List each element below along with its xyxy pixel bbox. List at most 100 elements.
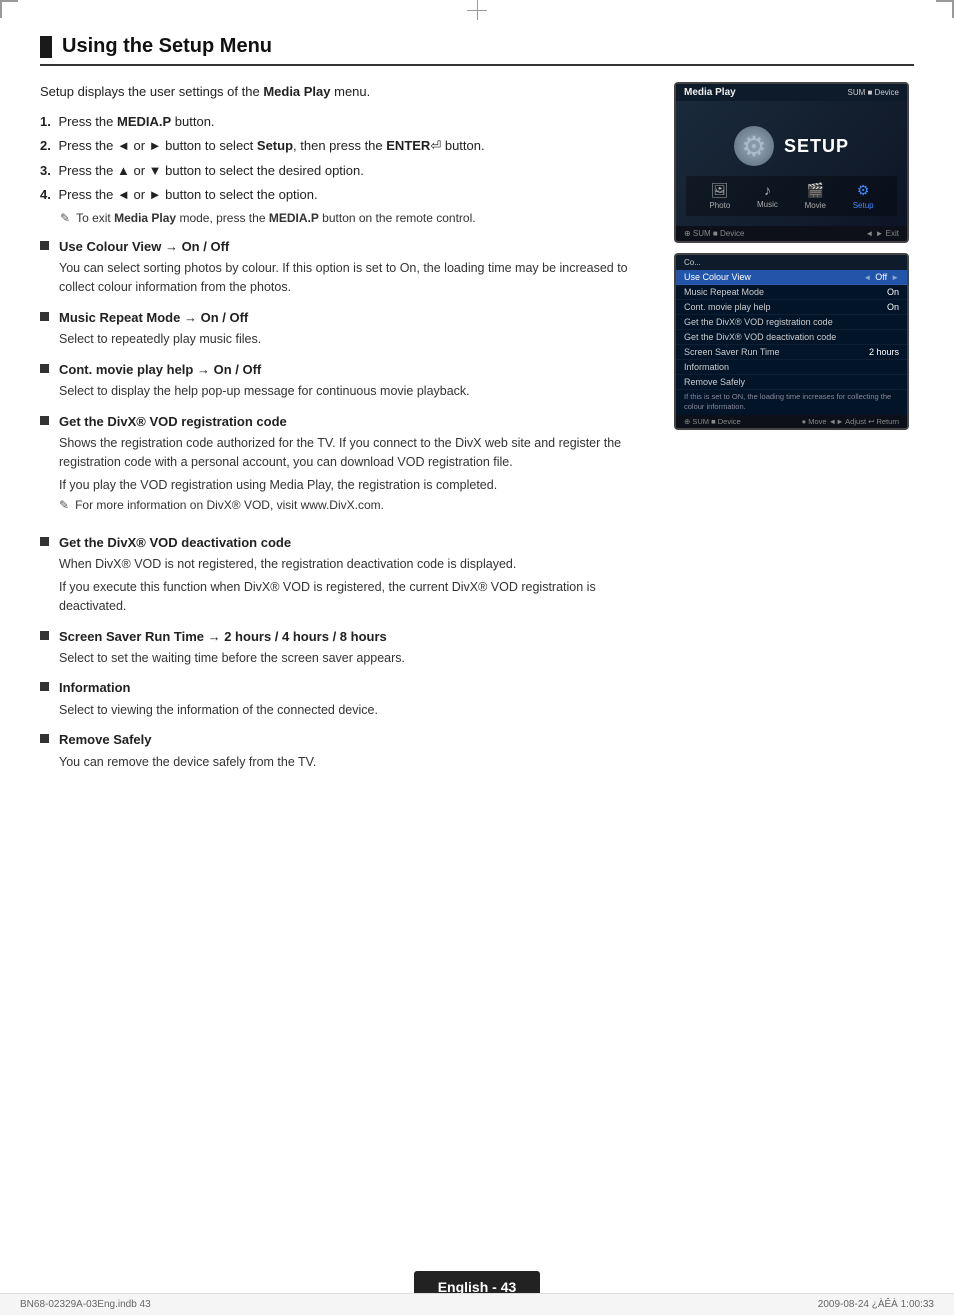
music-label: Music	[757, 200, 778, 209]
tv-bottom-bar-2: ⊕ SUM ■ Device ● Move ◄► Adjust ↩ Return	[676, 415, 907, 428]
bullet-title-information: Information	[59, 679, 654, 697]
corner-mark-tl	[0, 0, 18, 18]
movie-icon: 🎬	[807, 182, 824, 199]
bullet-music-repeat: Music Repeat Mode → On / Off Select to r…	[40, 309, 654, 349]
tv-menu-music-val: On	[887, 287, 899, 297]
setup-nav-label: Setup	[853, 201, 874, 210]
main-content: Using the Setup Menu Setup displays the …	[40, 35, 914, 1255]
bottom-info-left: BN68-02329A-03Eng.indb 43	[20, 1299, 151, 1310]
tv-menu-info-label: Information	[684, 362, 729, 372]
tv-screenshot-menu: Co... Use Colour View ◄ Off ► Music Repe…	[674, 253, 909, 430]
bullet-screen-saver: Screen Saver Run Time → 2 hours / 4 hour…	[40, 628, 654, 668]
tv-nav-music: ♪ Music	[757, 182, 778, 210]
bullet-icon-screen-saver	[40, 631, 49, 640]
step-2: 2. Press the ◄ or ► button to select Set…	[40, 136, 654, 156]
colour-val-text: Off	[875, 272, 887, 282]
movie-label: Movie	[805, 201, 826, 210]
intro-paragraph: Setup displays the user settings of the …	[40, 82, 654, 102]
photo-icon: 🖼	[711, 182, 729, 199]
bullet-colour-view: Use Colour View → On / Off You can selec…	[40, 238, 654, 297]
tv-title-2: Co...	[684, 258, 701, 267]
bullet-information: Information Select to viewing the inform…	[40, 679, 654, 719]
note-text-divx: For more information on DivX® VOD, visit…	[75, 497, 384, 514]
bullet-content-divx-reg: Get the DivX® VOD registration code Show…	[59, 413, 654, 522]
tv-menu-colour-label: Use Colour View	[684, 272, 751, 282]
tv-menu-divx-deact-label: Get the DivX® VOD deactivation code	[684, 332, 836, 342]
bullet-content-information: Information Select to viewing the inform…	[59, 679, 654, 719]
crosshair-top	[467, 0, 487, 20]
bullet-icon-divx-deact	[40, 537, 49, 546]
tv-top-bar-2: Co...	[676, 255, 907, 270]
bullet-icon-music-repeat	[40, 312, 49, 321]
bullet-title-cont-movie: Cont. movie play help → On / Off	[59, 361, 654, 379]
bullet-content-colour-view: Use Colour View → On / Off You can selec…	[59, 238, 654, 297]
note-pencil-icon-divx: ✎	[59, 498, 69, 512]
tv-menu-cont-label: Cont. movie play help	[684, 302, 771, 312]
tv-exit-label: ◄ ► Exit	[865, 229, 899, 238]
note-media-play: ✎ To exit Media Play mode, press the MED…	[60, 210, 654, 227]
tv-menu-music-repeat: Music Repeat Mode On	[676, 285, 907, 300]
tv-top-right-1: SUM ■ Device	[847, 88, 899, 97]
arrow-left-colour: ◄	[863, 273, 871, 282]
section-title: Using the Setup Menu	[62, 35, 272, 58]
arrow-right-colour: ►	[891, 273, 899, 282]
bullet-content-divx-deact: Get the DivX® VOD deactivation code When…	[59, 534, 654, 615]
numbered-steps: 1. Press the MEDIA.P button. 2. Press th…	[40, 112, 654, 227]
tv-menu-divx-deact: Get the DivX® VOD deactivation code	[676, 330, 907, 345]
bottom-info-bar: BN68-02329A-03Eng.indb 43 2009-08-24 ¿ÀÊ…	[0, 1293, 954, 1315]
intro-text-suffix: menu.	[331, 84, 371, 99]
bullet-cont-movie: Cont. movie play help → On / Off Select …	[40, 361, 654, 401]
setup-nav-icon: ⚙	[857, 182, 870, 199]
bullet-icon-remove-safely	[40, 734, 49, 743]
music-icon: ♪	[764, 182, 771, 198]
bullet-icon-divx-reg	[40, 416, 49, 425]
bullet-body-screen-saver: Select to set the waiting time before th…	[59, 649, 654, 668]
bullet-title-remove-safely: Remove Safely	[59, 731, 654, 749]
bullet-body-divx-deact-2: If you execute this function when DivX® …	[59, 578, 654, 616]
bullet-divx-reg: Get the DivX® VOD registration code Show…	[40, 413, 654, 522]
bullet-body-information: Select to viewing the information of the…	[59, 701, 654, 720]
tv-menu-colour-val: ◄ Off ►	[863, 272, 899, 282]
tv-menu-screen-saver: Screen Saver Run Time 2 hours	[676, 345, 907, 360]
photo-label: Photo	[709, 201, 730, 210]
tv-nav-photo: 🖼 Photo	[709, 182, 730, 210]
tv-menu-info: Information	[676, 360, 907, 375]
bullet-remove-safely: Remove Safely You can remove the device …	[40, 731, 654, 771]
bullet-icon-cont-movie	[40, 364, 49, 373]
step-1: 1. Press the MEDIA.P button.	[40, 112, 654, 132]
tv-sum-label: ⊕ SUM ■ Device	[684, 229, 744, 238]
tv-screenshot-setup: Media Play SUM ■ Device SETUP 🖼 Photo	[674, 82, 909, 243]
tv-menu-note: If this is set to ON, the loading time i…	[676, 390, 907, 415]
bullet-title-music-repeat: Music Repeat Mode → On / Off	[59, 309, 654, 327]
bullet-body-music-repeat: Select to repeatedly play music files.	[59, 330, 654, 349]
tv-menu-colour-view: Use Colour View ◄ Off ►	[676, 270, 907, 285]
tv-menu-screen-saver-label: Screen Saver Run Time	[684, 347, 780, 357]
right-column: Media Play SUM ■ Device SETUP 🖼 Photo	[674, 82, 914, 783]
bullet-divx-deact: Get the DivX® VOD deactivation code When…	[40, 534, 654, 615]
bullet-content-screen-saver: Screen Saver Run Time → 2 hours / 4 hour…	[59, 628, 654, 668]
tv-menu-cont-val: On	[887, 302, 899, 312]
tv-bottom-bar-1: ⊕ SUM ■ Device ◄ ► Exit	[676, 226, 907, 241]
bullet-content-cont-movie: Cont. movie play help → On / Off Select …	[59, 361, 654, 401]
corner-mark-tr	[936, 0, 954, 18]
tv-menu-divx-reg: Get the DivX® VOD registration code	[676, 315, 907, 330]
setup-gear-icon	[734, 126, 774, 166]
step-3: 3. Press the ▲ or ▼ button to select the…	[40, 161, 654, 181]
tv-body-1: SETUP 🖼 Photo ♪ Music 🎬 Mov	[676, 101, 907, 226]
tv-menu-area: Use Colour View ◄ Off ► Music Repeat Mod…	[676, 270, 907, 415]
tv-sum-label-2: ⊕ SUM ■ Device	[684, 417, 741, 426]
tv-menu-screen-saver-val: 2 hours	[869, 347, 899, 357]
bullet-title-screen-saver: Screen Saver Run Time → 2 hours / 4 hour…	[59, 628, 654, 646]
bottom-info-right: 2009-08-24 ¿ÀÊÀ 1:00:33	[818, 1299, 934, 1310]
bullet-body-cont-movie: Select to display the help pop-up messag…	[59, 382, 654, 401]
bullet-icon-information	[40, 682, 49, 691]
left-column: Setup displays the user settings of the …	[40, 82, 654, 783]
intro-mediaplay-bold: Media Play	[263, 84, 330, 99]
bullet-body-divx-deact-1: When DivX® VOD is not registered, the re…	[59, 555, 654, 574]
tv-menu-remove-label: Remove Safely	[684, 377, 745, 387]
bullet-content-remove-safely: Remove Safely You can remove the device …	[59, 731, 654, 771]
section-title-bar: Using the Setup Menu	[40, 35, 914, 66]
bullet-title-divx-reg: Get the DivX® VOD registration code	[59, 413, 654, 431]
tv-menu-divx-reg-label: Get the DivX® VOD registration code	[684, 317, 833, 327]
bullet-title-divx-deact: Get the DivX® VOD deactivation code	[59, 534, 654, 552]
